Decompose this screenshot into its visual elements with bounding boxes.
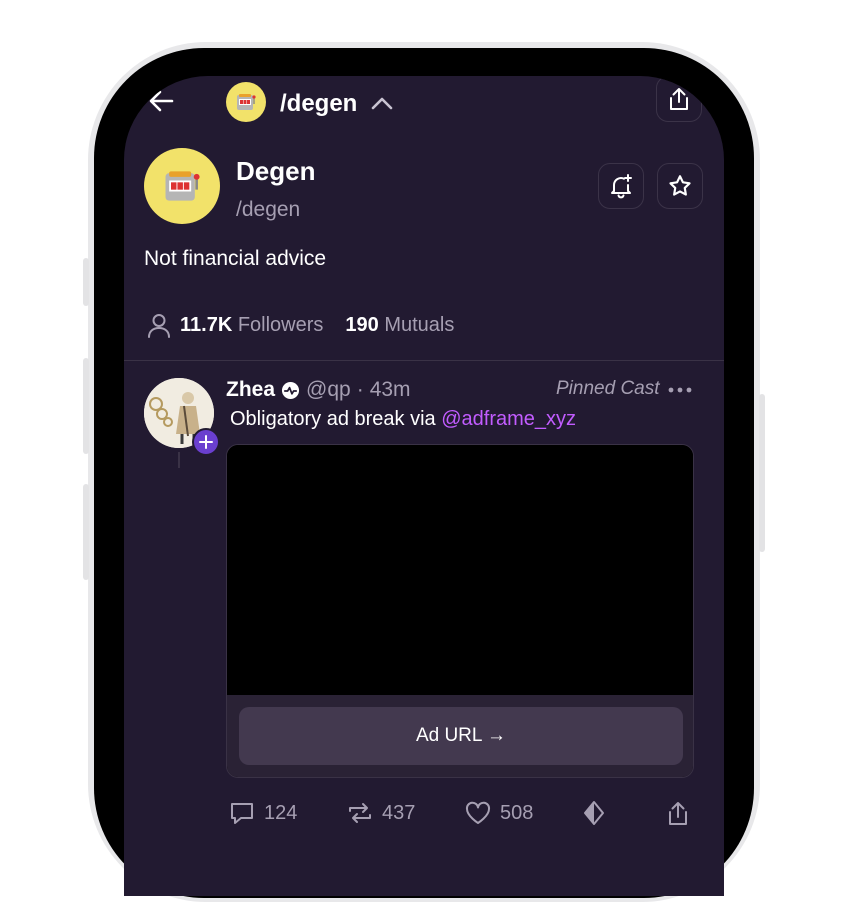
followers-count: 11.7K — [180, 313, 233, 336]
channel-description: Not financial advice — [144, 247, 327, 270]
cast-text: Obligatory ad break via @adframe_xyz — [230, 408, 576, 431]
plus-icon — [199, 435, 213, 449]
app-screen: /degen Degen /degen Not financial advice… — [124, 76, 724, 896]
frame-image[interactable] — [227, 445, 693, 695]
channel-path-title: /degen — [280, 90, 358, 117]
phone-side-button — [83, 258, 89, 306]
thread-line — [178, 452, 180, 468]
heart-icon — [465, 801, 491, 824]
like-count: 508 — [500, 801, 534, 824]
slot-machine-icon — [237, 94, 256, 110]
recast-button[interactable]: 437 — [346, 796, 415, 830]
comment-icon — [231, 803, 253, 824]
frame-footer: Ad URL → — [227, 695, 693, 777]
channel-switcher[interactable]: /degen — [226, 80, 406, 122]
cast-header: Zhea @qp · 43m — [226, 376, 411, 404]
frame-action-button[interactable]: Ad URL → — [239, 707, 683, 765]
cast-age: 43m — [369, 378, 411, 401]
reply-button[interactable]: 124 — [228, 796, 297, 830]
favorite-channel-button[interactable] — [657, 163, 703, 209]
meta-separator: · — [356, 378, 364, 401]
slot-machine-icon — [165, 171, 200, 201]
mutuals-count: 190 — [345, 313, 379, 336]
channel-stats: 11.7K Followers 190 Mutuals — [146, 310, 454, 340]
share-icon — [669, 802, 687, 825]
notifications-button[interactable] — [598, 163, 644, 209]
star-icon — [669, 175, 691, 196]
author-name[interactable]: Zhea — [226, 378, 275, 402]
divider — [124, 360, 724, 361]
phone-side-button — [83, 358, 89, 454]
like-button[interactable]: 508 — [464, 796, 533, 830]
mutuals-label: Mutuals — [384, 313, 455, 336]
follow-author-button[interactable] — [192, 428, 220, 456]
cast-more-button[interactable] — [666, 378, 694, 402]
frame-embed: Ad URL → — [226, 444, 694, 778]
phone-side-button — [83, 484, 89, 580]
share-channel-button[interactable] — [656, 76, 702, 122]
followers-link[interactable]: 11.7K Followers — [180, 314, 323, 337]
reply-count: 124 — [264, 801, 298, 824]
chevron-up-icon — [371, 97, 393, 110]
recast-count: 437 — [382, 801, 416, 824]
author-handle[interactable]: @qp — [306, 378, 351, 402]
user-icon — [148, 314, 170, 338]
back-button[interactable] — [146, 86, 180, 116]
diamond-icon — [584, 801, 604, 825]
mention-link[interactable]: @adframe_xyz — [441, 408, 576, 430]
channel-name: Degen — [236, 156, 316, 186]
followers-label: Followers — [237, 313, 324, 336]
mutuals-link[interactable]: 190 Mutuals — [345, 314, 454, 337]
bell-plus-icon — [611, 174, 632, 199]
channel-avatar — [144, 148, 220, 224]
pinned-cast-label: Pinned Cast — [556, 378, 660, 399]
arrow-left-icon — [149, 90, 174, 112]
channel-avatar-small — [226, 82, 266, 122]
phone-side-button — [759, 394, 765, 552]
more-horizontal-icon — [668, 387, 692, 393]
power-badge-icon — [281, 381, 300, 399]
tip-button[interactable] — [580, 796, 608, 830]
recast-icon — [349, 803, 371, 823]
share-cast-button[interactable] — [666, 796, 690, 830]
cast-text-body: Obligatory ad break via — [230, 408, 442, 430]
share-icon — [670, 88, 688, 110]
channel-handle: /degen — [236, 198, 301, 221]
